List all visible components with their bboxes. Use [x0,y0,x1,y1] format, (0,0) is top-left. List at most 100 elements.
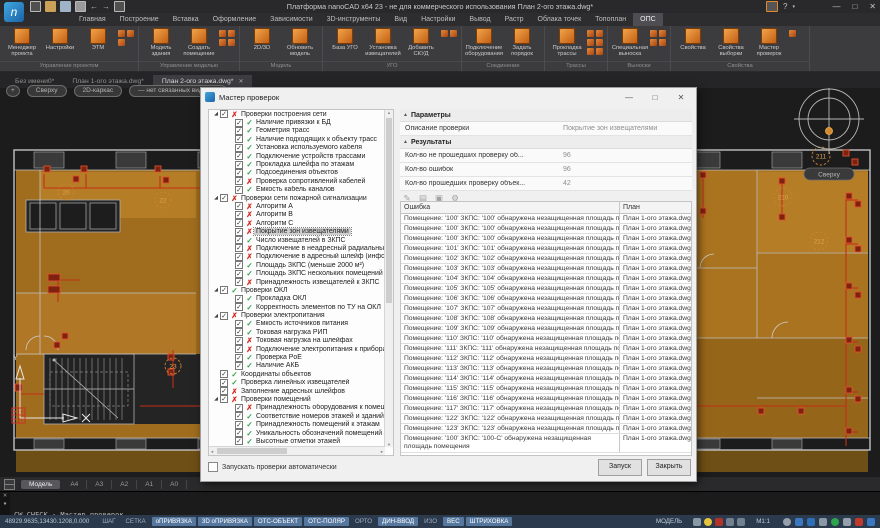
tree-item[interactable]: ✓✗Подключение электропитания к приборам … [209,345,385,353]
check-enabled-checkbox[interactable]: ✓ [220,194,228,202]
layout-tab-1[interactable]: A4 [62,480,87,489]
ribbon-small-icon[interactable] [118,30,125,37]
error-row[interactable]: Помещение: '115' ЗКПС: '115' обнаружена … [401,384,691,394]
status-toggle-2[interactable]: оПРИВЯЗКА [152,517,196,526]
check-enabled-checkbox[interactable]: ✓ [235,161,243,169]
annotation-scale[interactable]: М1:1 [756,518,770,525]
command-line[interactable]: ✕ ● CW_CHECK - Мастер проверок Команда: [0,491,880,516]
tree-item[interactable]: ◢✓✗Проверки сети пожарной сигнализации [209,194,385,202]
expand-arrow-icon[interactable]: ◢ [212,195,220,201]
ribbon-tab-2[interactable]: Вставка [166,13,206,26]
ribbon-button-3-2[interactable]: Добавить СКУД [403,28,439,57]
expand-arrow-icon[interactable]: ◢ [212,313,220,319]
redo-icon[interactable]: → [102,2,110,11]
ribbon-button-0-0[interactable]: Менеджер проекта [4,28,40,57]
open-icon[interactable] [45,1,56,12]
check-enabled-checkbox[interactable]: ✓ [220,312,228,320]
close-tab-icon[interactable]: ✕ [238,78,243,85]
ribbon-small-icon[interactable] [441,30,448,37]
error-row[interactable]: Помещение: '106' ЗКПС: '106' обнаружена … [401,294,691,304]
layout-tab-0[interactable]: Модель [21,480,60,489]
layout-tab-3[interactable]: A2 [112,480,137,489]
viewport-menu-button[interactable]: + [6,85,20,97]
check-enabled-checkbox[interactable]: ✓ [235,236,243,244]
check-enabled-checkbox[interactable]: ✓ [220,286,228,294]
check-enabled-checkbox[interactable]: ✓ [235,169,243,177]
ribbon-small-icon[interactable] [450,30,457,37]
check-enabled-checkbox[interactable]: ✓ [220,387,228,395]
ribbon-button-0-2[interactable]: ЭТМ [80,28,116,51]
options-icon[interactable]: ● [0,500,10,508]
status-icon-mid-0[interactable] [693,518,701,526]
print-icon[interactable] [75,1,86,12]
status-icon-right-2[interactable] [807,518,815,526]
tree-item[interactable]: ✓✓Принадлежность помещений к этажам [209,420,385,428]
ribbon-button-7-0[interactable]: Свойства [675,28,711,51]
error-row[interactable]: Помещение: '100' ЗКПС: '100' обнаружена … [401,214,691,224]
tree-item[interactable]: ✓✗Подключение в неадресный радиальный шл… [209,244,385,252]
tree-item[interactable]: ✓✗Принадлежность оборудования к помещени… [209,404,385,412]
tree-item[interactable]: ✓✗Покрытие зон извещателями [209,227,385,235]
status-icon-right-0[interactable] [783,518,791,526]
app-logo-icon[interactable]: n [4,2,24,22]
error-row[interactable]: Помещение: '107' ЗКПС: '107' обнаружена … [401,304,691,314]
ribbon-tab-6[interactable]: Вид [387,13,414,26]
expand-arrow-icon[interactable]: ◢ [212,287,220,293]
help-button[interactable]: ? [783,2,787,11]
tree-item[interactable]: ◢✓✓Проверки ОКЛ [209,286,385,294]
minimize-button[interactable]: — [832,2,840,11]
ribbon-button-7-1[interactable]: Свойства выборки [713,28,749,57]
ribbon-button-3-0[interactable]: База УГО [327,28,363,51]
params-section-header[interactable]: ▲ Параметры [400,109,692,122]
status-icon-right-6[interactable] [855,518,863,526]
status-toggle-6[interactable]: ОРТО [351,517,376,526]
check-enabled-checkbox[interactable]: ✓ [235,202,243,210]
status-toggle-3[interactable]: 3D оПРИВЯЗКА [198,517,252,526]
tree-item[interactable]: ✓✗Токовая нагрузка на шлейфах [209,337,385,345]
ribbon-tab-7[interactable]: Настройки [414,13,462,26]
model-space-label[interactable]: МОДЕЛЬ [656,518,682,525]
status-toggle-0[interactable]: ШАГ [98,517,119,526]
ribbon-tab-9[interactable]: Растр [498,13,531,26]
status-icon-mid-2[interactable] [715,518,723,526]
check-enabled-checkbox[interactable]: ✓ [235,278,243,286]
error-row[interactable]: Помещение: '111' ЗКПС: '111' обнаружена … [401,344,691,354]
error-row[interactable]: Помещение: '102' ЗКПС: '102' обнаружена … [401,254,691,264]
ribbon-small-icon[interactable] [118,39,125,46]
status-toggle-7[interactable]: ДИН-ВВОД [378,517,418,526]
check-enabled-checkbox[interactable]: ✓ [235,303,243,311]
ribbon-button-1-0[interactable]: Модель здания [143,28,179,57]
check-enabled-checkbox[interactable]: ✓ [220,395,228,403]
check-enabled-checkbox[interactable]: ✓ [235,211,243,219]
ribbon-small-icon[interactable] [587,39,594,46]
check-enabled-checkbox[interactable]: ✓ [235,421,243,429]
ribbon-button-2-1[interactable]: Обновить модель [282,28,318,57]
tree-vertical-scrollbar[interactable]: ▲ ▼ [384,110,393,447]
status-toggle-4[interactable]: ОТС-ОБЪЕКТ [254,517,302,526]
close-dialog-button[interactable]: Закрыть [647,459,691,476]
error-row[interactable]: Помещение: '104' ЗКПС: '104' обнаружена … [401,274,691,284]
check-enabled-checkbox[interactable]: ✓ [235,295,243,303]
ribbon-button-0-1[interactable]: Настройки [42,28,78,51]
save-icon[interactable] [60,1,71,12]
status-toggle-8[interactable]: ИЗО [420,517,441,526]
tree-item[interactable]: ✓✓Подсоединения объектов [209,169,385,177]
tree-item[interactable]: ✓✓Емкость источников питания [209,320,385,328]
error-row[interactable]: Помещение: '117' ЗКПС: '117' обнаружена … [401,404,691,414]
check-enabled-checkbox[interactable]: ✓ [235,186,243,194]
ribbon-small-icon[interactable] [659,39,666,46]
errors-table[interactable]: Ошибка План Помещение: '100' ЗКПС: '100'… [400,201,692,456]
error-row[interactable]: Помещение: '113' ЗКПС: '113' обнаружена … [401,364,691,374]
ribbon-tab-5[interactable]: 3D-инструменты [320,13,388,26]
undo-icon[interactable]: ← [90,2,98,11]
check-enabled-checkbox[interactable]: ✓ [235,429,243,437]
ribbon-tab-1[interactable]: Построение [113,13,166,26]
error-row[interactable]: Помещение: '103' ЗКПС: '103' обнаружена … [401,264,691,274]
window-style-icon[interactable] [766,1,778,12]
check-enabled-checkbox[interactable]: ✓ [235,177,243,185]
error-row[interactable]: Помещение: '100' ЗКПС: '100' обнаружена … [401,234,691,244]
check-enabled-checkbox[interactable]: ✓ [235,437,243,445]
ribbon-button-5-0[interactable]: Прокладка трассы [549,28,585,57]
dialog-maximize-button[interactable]: □ [644,93,666,102]
view-direction-button[interactable]: Сверху [27,85,67,97]
